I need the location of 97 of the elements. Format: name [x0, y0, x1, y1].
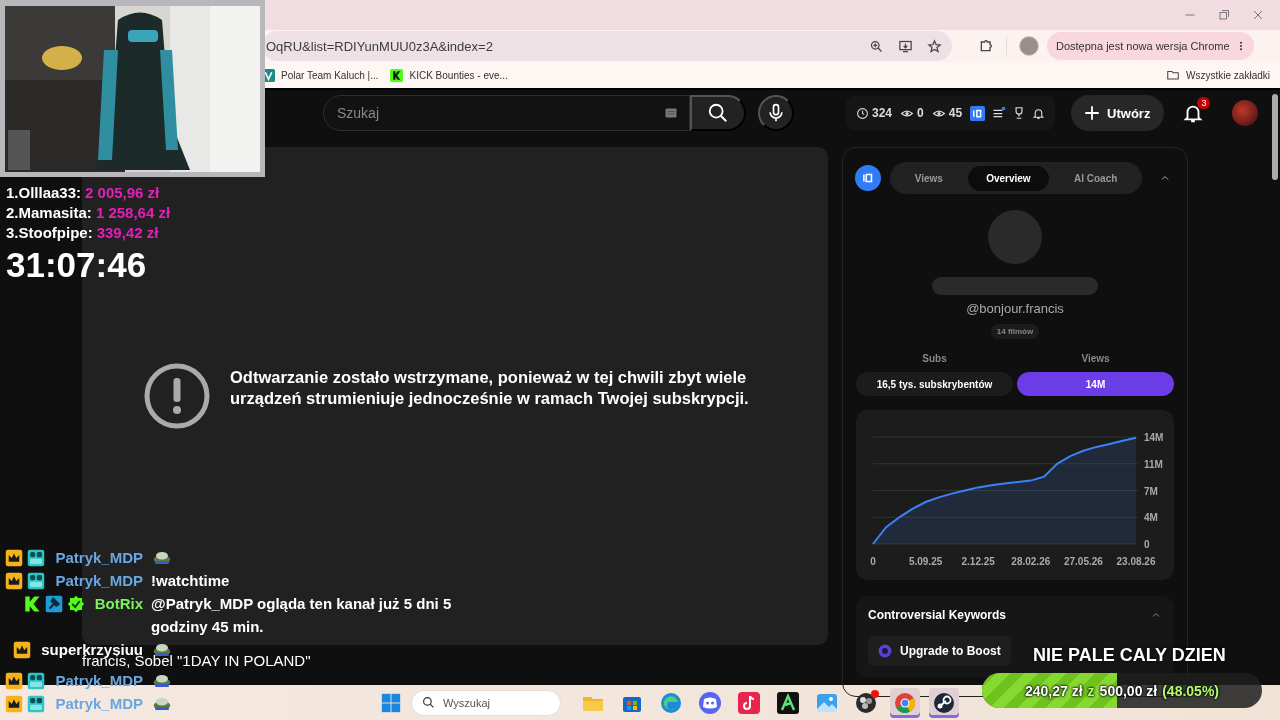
axis-label: 5.09.25	[908, 556, 943, 567]
playback-error-message: Odtwarzanie zostało wstrzymane, ponieważ w tej chwili zbyt wiele urządzeń strumieniuje jednocześnie w ramach Twojej subskrypcji.	[230, 367, 750, 409]
verified-icon	[66, 594, 85, 613]
search-button[interactable]	[690, 95, 746, 131]
bookmark-link[interactable]: Polar Team Kaluch |...	[281, 69, 379, 81]
og-badge-icon	[27, 548, 46, 567]
chat-username: Patryk_MDP	[55, 572, 143, 589]
chat-username: BotRix	[94, 595, 143, 612]
donor-name: 3.Stoofpipe:	[6, 223, 93, 241]
microphone-icon	[766, 103, 786, 123]
notification-dot	[871, 689, 879, 698]
axis-label: 7M	[1144, 485, 1158, 497]
scrollbar-thumb[interactable]	[1272, 94, 1278, 180]
notifications-button[interactable]: 3	[1178, 98, 1209, 128]
crown-icon	[5, 671, 24, 690]
stat-value: 0	[917, 106, 924, 120]
og-badge-icon	[27, 671, 46, 690]
axis-label: 23.08.26	[1116, 556, 1156, 567]
axis-label: 0	[870, 556, 876, 567]
edge-icon	[659, 690, 683, 715]
install-icon	[898, 38, 913, 54]
voice-search-button[interactable]	[758, 95, 794, 131]
exclamation-icon	[144, 363, 210, 429]
chat-username: Patryk_MDP	[55, 549, 143, 566]
bookmark-link[interactable]: KICK Bounties - eve...	[409, 69, 508, 81]
account-avatar[interactable]	[1232, 100, 1259, 126]
close-icon	[1252, 9, 1264, 21]
update-button[interactable]: Dostępna jest nowa wersja Chrome	[1047, 32, 1254, 60]
bell-icon	[1032, 106, 1046, 120]
donation-amount: 1 258,64 zł	[95, 203, 171, 221]
create-button[interactable]: Utwórz	[1071, 95, 1165, 131]
crown-icon	[13, 640, 32, 659]
discord-icon	[698, 690, 722, 715]
axis-label: 2.12.25	[961, 556, 995, 567]
address-field[interactable]: OqRU&list=RDIYunMUU0z3A&index=2	[262, 31, 952, 61]
channel-handle: @bonjour.francis	[966, 301, 1064, 316]
all-bookmarks-link[interactable]: Wszystkie zakładki	[1186, 69, 1270, 81]
axis-label: 11M	[1144, 458, 1163, 470]
hammer-icon	[44, 594, 63, 613]
panel-tab[interactable]: AI Coach	[1055, 165, 1136, 191]
notification-count: 3	[1197, 97, 1211, 109]
taskbar-search-field[interactable]: Wyszukaj	[411, 689, 561, 716]
axis-label: 28.02.26	[1011, 556, 1051, 567]
extensions-icon	[978, 38, 994, 54]
axis-label: 4M	[1144, 512, 1158, 524]
kick-icon	[390, 68, 404, 82]
goal-separator: z	[1087, 682, 1095, 699]
axis-label: 0	[1144, 539, 1150, 550]
panel-tab[interactable]: Views	[896, 165, 961, 191]
chat-message: @Patryk_MDP ogląda ten kanał już 5 dni 5 godziny 45 min.	[151, 594, 453, 637]
profile-avatar[interactable]	[1019, 36, 1039, 56]
windows-start-icon	[380, 691, 402, 714]
chrome-icon	[893, 690, 917, 715]
chat-username: Patryk_MDP	[55, 672, 143, 689]
plus-icon	[1083, 104, 1102, 122]
crown-icon	[5, 571, 24, 590]
steam-icon	[932, 690, 956, 715]
folder-icon	[1166, 68, 1181, 82]
video-count: 14 filmów	[990, 324, 1040, 339]
donor-name: 2.Mamasita:	[6, 203, 92, 221]
iq-icon	[970, 105, 986, 121]
metric-button[interactable]: 16,5 tys. subskrybentów	[856, 372, 1013, 396]
crown-icon	[5, 548, 24, 567]
peak-icon	[776, 690, 800, 715]
search-icon	[422, 696, 435, 709]
donation-amount: 339,42 zł	[96, 223, 159, 241]
card-title: Controversial Keywords	[868, 608, 1007, 622]
goal-title: NIE PALE CALY DZIEN	[1033, 645, 1226, 666]
stat-value: 45	[948, 106, 963, 120]
star-icon	[927, 38, 942, 54]
goal-percent: (48.05%)	[1162, 682, 1219, 699]
donation-amount: 2 005,96 zł	[85, 183, 160, 201]
metric-label: Subs	[921, 353, 948, 366]
kick-icon	[22, 594, 41, 613]
music-note-icon	[737, 690, 761, 715]
taskbar-app[interactable]	[929, 687, 959, 718]
donor-name: 1.Olllaa33:	[6, 183, 82, 201]
restore-icon	[1218, 9, 1230, 21]
axis-label: 27.05.26	[1063, 556, 1103, 567]
goal-raised: 240,27 zł	[1025, 682, 1083, 699]
axis-label: 14M	[1144, 432, 1164, 443]
zoom-icon	[869, 38, 884, 54]
stat-value: 324	[872, 106, 893, 120]
chat-username: Patryk_MDP	[55, 695, 143, 712]
chart-badge-icon	[861, 171, 875, 185]
search-icon	[707, 102, 729, 124]
search-field[interactable]: Szukaj	[323, 95, 690, 131]
upgrade-button[interactable]: Upgrade to Boost	[868, 636, 1011, 666]
keyboard-icon	[663, 107, 679, 119]
metric-label: Views	[1080, 353, 1111, 366]
metric-button[interactable]: 14M	[1017, 372, 1174, 396]
panel-tab[interactable]: Overview	[968, 165, 1049, 191]
channel-avatar	[988, 210, 1042, 264]
chat-message: !watchtime	[151, 571, 231, 591]
clock-icon	[856, 106, 869, 120]
stream-timer: 31:07:46	[6, 245, 148, 285]
og-badge-icon	[27, 571, 46, 590]
